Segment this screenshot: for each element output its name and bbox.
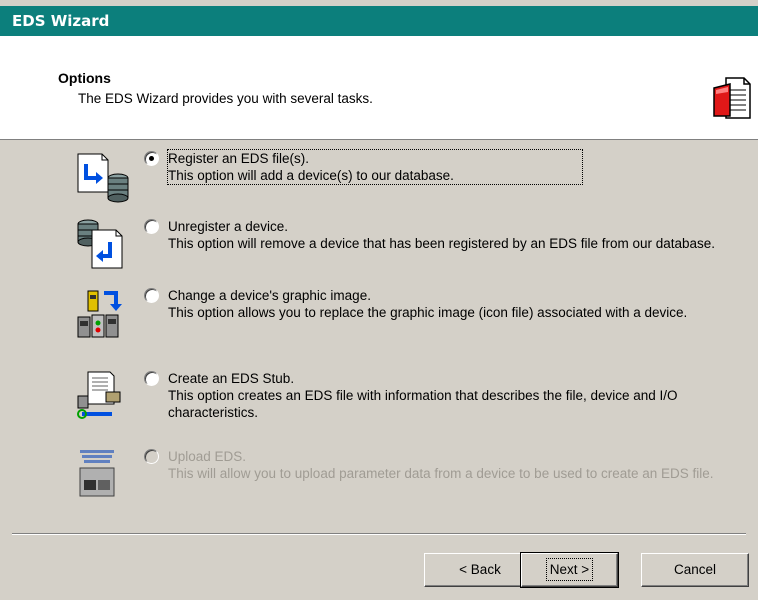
create-stub-label: Create an EDS Stub. xyxy=(168,371,295,386)
create-stub-icon xyxy=(76,370,130,424)
back-button-label: < Back xyxy=(459,562,501,577)
back-button[interactable]: < Back xyxy=(424,553,536,587)
window-title: EDS Wizard xyxy=(0,6,758,36)
bottom-separator xyxy=(12,533,746,535)
register-eds-text[interactable]: Register an EDS file(s). This option wil… xyxy=(167,149,583,185)
change-graphic-description: This option allows you to replace the gr… xyxy=(168,305,688,320)
unregister-device-description: This option will remove a device that ha… xyxy=(168,236,716,251)
create-stub-description: This option creates an EDS file with inf… xyxy=(168,388,678,420)
upload-eds-radio xyxy=(144,449,159,464)
register-eds-radio[interactable] xyxy=(144,151,159,166)
unregister-device-icon xyxy=(76,218,130,272)
next-button-label: Next > xyxy=(545,558,594,581)
unregister-device-text[interactable]: Unregister a device. This option will re… xyxy=(168,218,728,252)
document-icon xyxy=(712,76,752,120)
upload-eds-text: Upload EDS. This will allow you to uploa… xyxy=(168,448,728,482)
create-stub-text[interactable]: Create an EDS Stub. This option creates … xyxy=(168,370,728,421)
create-stub-radio[interactable] xyxy=(144,371,159,386)
register-eds-description: This option will add a device(s) to our … xyxy=(168,168,454,183)
cancel-button[interactable]: Cancel xyxy=(641,553,749,587)
page-subtitle: The EDS Wizard provides you with several… xyxy=(78,91,373,106)
cancel-button-label: Cancel xyxy=(673,562,717,577)
wizard-header: Options The EDS Wizard provides you with… xyxy=(0,36,758,140)
upload-eds-label: Upload EDS. xyxy=(168,449,247,464)
register-eds-icon xyxy=(76,150,130,204)
upload-eds-description: This will allow you to upload parameter … xyxy=(168,466,714,481)
change-graphic-text[interactable]: Change a device's graphic image. This op… xyxy=(168,287,728,321)
change-graphic-icon xyxy=(76,287,130,341)
next-button[interactable]: Next > xyxy=(520,552,619,588)
upload-eds-icon xyxy=(76,448,130,502)
change-graphic-label: Change a device's graphic image. xyxy=(168,288,371,303)
unregister-device-label: Unregister a device. xyxy=(168,219,289,234)
unregister-device-radio[interactable] xyxy=(144,219,159,234)
page-title: Options xyxy=(58,70,111,86)
change-graphic-radio[interactable] xyxy=(144,288,159,303)
register-eds-label: Register an EDS file(s). xyxy=(168,151,310,166)
